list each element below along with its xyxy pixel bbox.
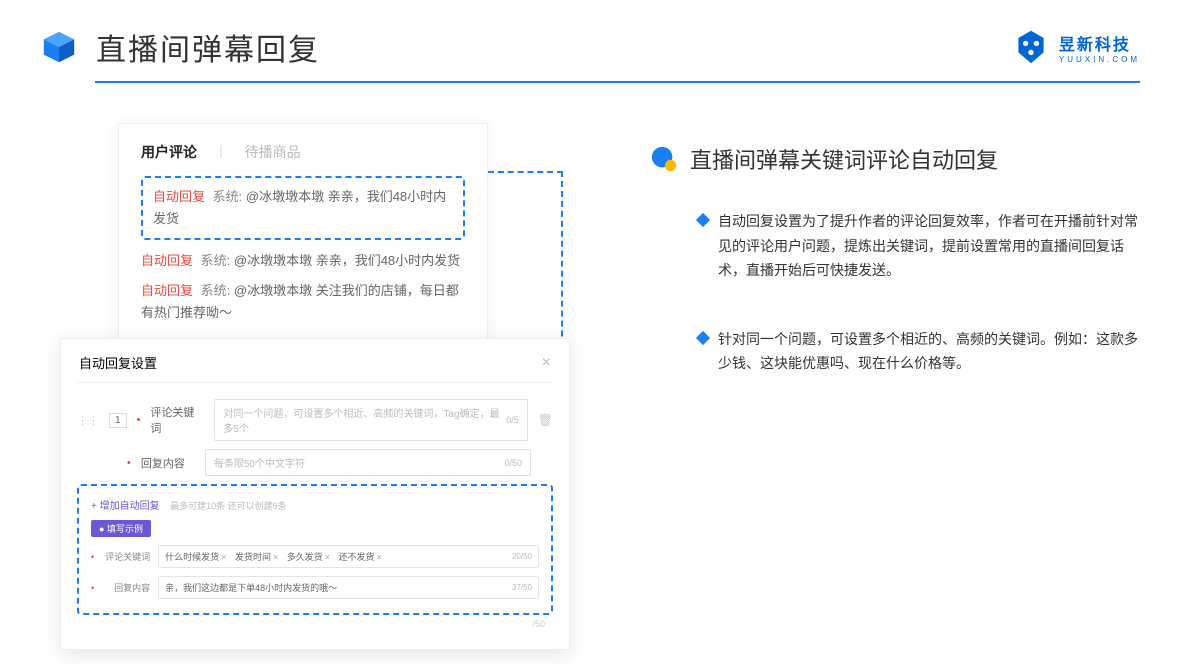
bubble-icon [650, 145, 678, 173]
settings-card: 自动回复设置 × ⋮⋮ 1 • 评论关键词 对同一个问题，可设置多个相近、高频的… [60, 338, 570, 650]
add-row: + 增加自动回复 最多可建10条 还可以创建9条 [91, 496, 539, 514]
system-label: 系统: [213, 189, 243, 204]
comment-text: @冰墩墩本墩 亲亲，我们48小时内发货 [234, 253, 460, 268]
sub-header: 直播间弹幕关键词评论自动回复 [650, 143, 1140, 175]
example-reply-value: 亲，我们这边都是下单48小时内发货的哦～ [165, 581, 337, 594]
drag-handle-icon[interactable]: ⋮⋮ [77, 414, 99, 427]
tabs: 用户评论 | 待播商品 [141, 142, 465, 162]
required-dot: • [137, 414, 141, 426]
brand-text: 昱新科技 YUUXIN.COM [1059, 31, 1140, 64]
reply-placeholder: 每条限50个中文字符 [214, 455, 305, 470]
tag[interactable]: 什么时候发货 [165, 552, 226, 562]
connector-line [488, 171, 563, 173]
content: 用户评论 | 待播商品 自动回复 系统: @冰墩墩本墩 亲亲，我们48小时内发货… [0, 83, 1180, 420]
auto-reply-label: 自动回复 [141, 253, 193, 268]
example-keyword-input[interactable]: 什么时候发货 发货时间 多久发货 还不发货 20/50 [158, 545, 539, 568]
example-badge: ● 填写示例 [91, 520, 151, 537]
system-label: 系统: [201, 283, 231, 298]
brand: 昱新科技 YUUXIN.COM [1013, 29, 1140, 65]
tag[interactable]: 多久发货 [287, 552, 330, 562]
page-title: 直播间弹幕回复 [96, 25, 320, 69]
tab-comments[interactable]: 用户评论 [141, 142, 197, 162]
bullet-text: 针对同一个问题，可设置多个相近的、高频的关键词。例如：这款多少钱、这块能优惠吗、… [718, 327, 1140, 376]
brand-name: 昱新科技 [1059, 31, 1140, 55]
close-icon[interactable]: × [542, 354, 551, 372]
brand-sub: YUUXIN.COM [1059, 55, 1140, 64]
reply-label: 回复内容 [141, 455, 195, 471]
cube-icon [40, 28, 78, 66]
right-column: 直播间弹幕关键词评论自动回复 自动回复设置为了提升作者的评论回复效率，作者可在开… [650, 123, 1140, 420]
auto-reply-label: 自动回复 [153, 189, 205, 204]
example-keyword-row: • 评论关键词 什么时候发货 发货时间 多久发货 还不发货 20/50 [91, 545, 539, 568]
comment-line: 自动回复 系统: @冰墩墩本墩 亲亲，我们48小时内发货 [141, 250, 465, 272]
tab-products[interactable]: 待播商品 [245, 142, 301, 162]
example-reply-row: • 回复内容 亲，我们这边都是下单48小时内发货的哦～ 37/50 [91, 576, 539, 599]
required-dot: • [91, 552, 94, 562]
diamond-icon [696, 330, 710, 344]
bullet-item: 自动回复设置为了提升作者的评论回复效率，作者可在开播前针对常见的评论用户问题，提… [650, 209, 1140, 283]
required-dot: • [91, 583, 94, 593]
settings-header: 自动回复设置 × [77, 349, 553, 383]
reply-input[interactable]: 每条限50个中文字符 0/50 [205, 449, 531, 476]
highlighted-comment: 自动回复 系统: @冰墩墩本墩 亲亲，我们48小时内发货 [141, 176, 465, 240]
system-label: 系统: [201, 253, 231, 268]
delete-icon[interactable]: 🗑 [538, 413, 553, 427]
sub-title: 直播间弹幕关键词评论自动回复 [690, 143, 998, 175]
header-left: 直播间弹幕回复 [40, 25, 320, 69]
comment-line: 自动回复 系统: @冰墩墩本墩 关注我们的店铺，每日都有热门推荐呦～ [141, 280, 465, 324]
keyword-counter: 0/5 [506, 415, 519, 425]
form-row-reply: • 回复内容 每条限50个中文字符 0/50 [77, 449, 553, 476]
example-reply-label: 回复内容 [102, 581, 150, 594]
tab-separator: | [219, 142, 223, 162]
row-number: 1 [109, 413, 127, 428]
keyword-input[interactable]: 对同一个问题，可设置多个相近、高频的关键词，Tag确定，最多5个 0/5 [214, 399, 527, 441]
settings-title: 自动回复设置 [79, 353, 157, 372]
form-row-keyword: ⋮⋮ 1 • 评论关键词 对同一个问题，可设置多个相近、高频的关键词，Tag确定… [77, 399, 553, 441]
bullet-text: 自动回复设置为了提升作者的评论回复效率，作者可在开播前针对常见的评论用户问题，提… [718, 209, 1140, 283]
keyword-placeholder: 对同一个问题，可设置多个相近、高频的关键词，Tag确定，最多5个 [223, 405, 506, 435]
tag[interactable]: 发货时间 [235, 552, 278, 562]
tag[interactable]: 还不发货 [339, 552, 382, 562]
bullet-item: 针对同一个问题，可设置多个相近的、高频的关键词。例如：这款多少钱、这块能优惠吗、… [650, 327, 1140, 376]
keyword-label: 评论关键词 [150, 404, 204, 436]
reply-counter: 0/50 [504, 458, 522, 468]
example-keyword-label: 评论关键词 [102, 550, 150, 563]
example-keyword-counter: 20/50 [512, 552, 532, 561]
comments-card: 用户评论 | 待播商品 自动回复 系统: @冰墩墩本墩 亲亲，我们48小时内发货… [118, 123, 488, 355]
auto-reply-label: 自动回复 [141, 283, 193, 298]
brand-icon [1013, 29, 1049, 65]
add-auto-reply-link[interactable]: + 增加自动回复 [91, 501, 160, 512]
add-note: 最多可建10条 还可以创建9条 [170, 501, 287, 511]
example-tags: 什么时候发货 发货时间 多久发货 还不发货 [165, 550, 388, 563]
example-reply-counter: 37/50 [512, 583, 532, 592]
required-dot: • [127, 457, 131, 469]
diamond-icon [696, 213, 710, 227]
left-column: 用户评论 | 待播商品 自动回复 系统: @冰墩墩本墩 亲亲，我们48小时内发货… [60, 123, 570, 420]
example-box: + 增加自动回复 最多可建10条 还可以创建9条 ● 填写示例 • 评论关键词 … [77, 484, 553, 615]
example-reply-input[interactable]: 亲，我们这边都是下单48小时内发货的哦～ 37/50 [158, 576, 539, 599]
page-header: 直播间弹幕回复 昱新科技 YUUXIN.COM [0, 0, 1180, 69]
outer-counter: /50 [77, 619, 553, 629]
comment-line: 自动回复 系统: @冰墩墩本墩 亲亲，我们48小时内发货 [153, 186, 453, 230]
